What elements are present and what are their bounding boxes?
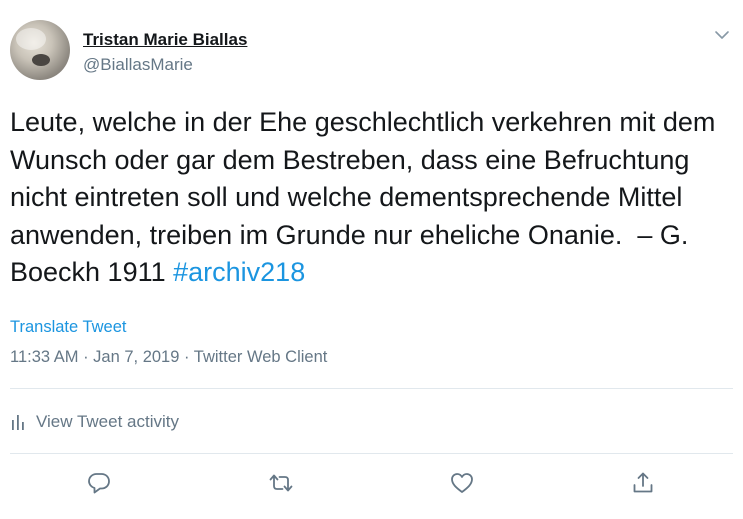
retweet-icon[interactable]	[268, 470, 294, 496]
activity-label: View Tweet activity	[36, 412, 179, 431]
tweet-date[interactable]: Jan 7, 2019	[93, 348, 179, 366]
chevron-down-icon[interactable]	[713, 26, 731, 44]
divider	[10, 453, 733, 454]
divider	[10, 388, 733, 389]
author-handle[interactable]: @BiallasMarie	[83, 55, 193, 75]
bar-chart-icon	[10, 413, 26, 431]
tweet-time[interactable]: 11:33 AM	[10, 348, 79, 366]
tweet-body: Leute, welche in der Ehe geschlechtlich …	[10, 107, 723, 287]
share-icon[interactable]	[630, 470, 656, 496]
hashtag-link[interactable]: #archiv218	[173, 257, 305, 287]
tweet-text: Leute, welche in der Ehe geschlechtlich …	[10, 104, 735, 292]
translate-tweet-link[interactable]: Translate Tweet	[10, 318, 126, 337]
tweet-source[interactable]: Twitter Web Client	[194, 348, 328, 366]
heart-icon[interactable]	[449, 470, 475, 496]
author-display-name[interactable]: Tristan Marie Biallas	[83, 30, 247, 50]
meta-separator: ·	[179, 348, 194, 366]
view-tweet-activity-link[interactable]: View Tweet activity	[10, 411, 179, 433]
avatar-highlight	[16, 28, 46, 50]
meta-separator: ·	[78, 348, 94, 366]
avatar[interactable]	[10, 20, 70, 80]
avatar-shadow	[32, 54, 50, 66]
reply-icon[interactable]	[86, 470, 112, 496]
tweet-meta: 11:33 AM · Jan 7, 2019 · Twitter Web Cli…	[10, 348, 327, 367]
